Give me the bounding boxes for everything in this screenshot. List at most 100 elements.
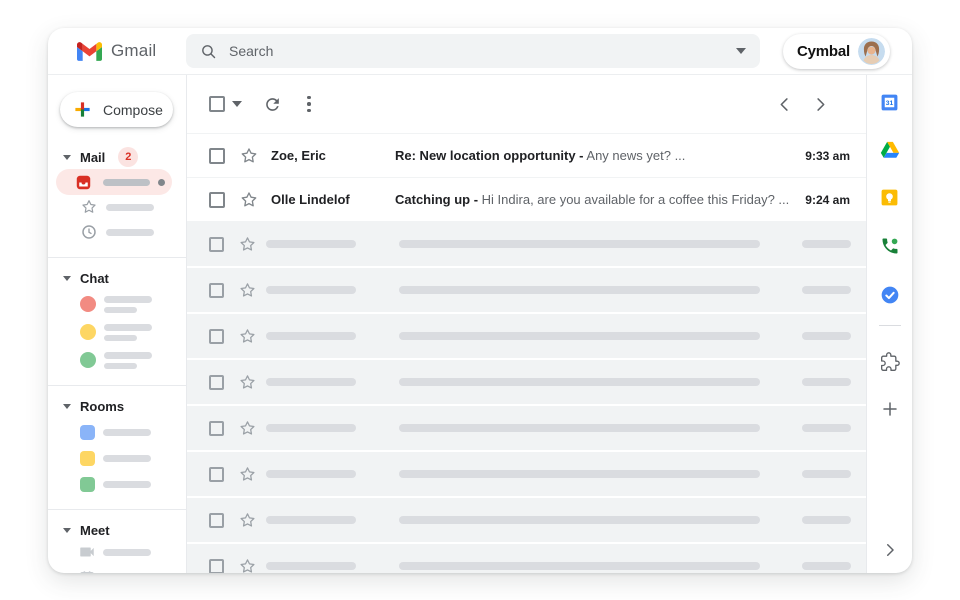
row-checkbox[interactable] xyxy=(209,237,224,252)
select-all-checkbox[interactable] xyxy=(209,96,225,112)
rooms-section-label: Rooms xyxy=(80,399,124,414)
time-placeholder-bar xyxy=(802,516,851,524)
time-placeholder-bar xyxy=(802,424,851,432)
sender-placeholder-bar xyxy=(266,378,356,386)
window-body: Compose Mail 2 xyxy=(48,75,912,573)
chat-conversation-item[interactable] xyxy=(80,292,186,316)
room-avatar xyxy=(80,477,95,492)
subject-placeholder-bar xyxy=(399,562,760,570)
calendar-app-icon[interactable]: 31 xyxy=(880,93,899,112)
email-row-placeholder[interactable] xyxy=(187,544,866,573)
subject-placeholder-bar xyxy=(399,516,760,524)
subject-placeholder-bar xyxy=(399,470,760,478)
star-icon[interactable] xyxy=(239,190,259,210)
search-placeholder: Search xyxy=(229,43,736,59)
gmail-logo[interactable]: Gmail xyxy=(48,41,186,61)
row-checkbox[interactable] xyxy=(209,421,224,436)
sidebar-item-starred[interactable] xyxy=(80,195,186,219)
older-page-button[interactable] xyxy=(811,95,830,114)
row-checkbox[interactable] xyxy=(209,148,225,164)
addons-puzzle-icon[interactable] xyxy=(880,352,900,372)
sidebar-section-meet[interactable]: Meet xyxy=(48,522,186,538)
meet-section-label: Meet xyxy=(80,523,110,538)
row-checkbox[interactable] xyxy=(209,467,224,482)
user-avatar[interactable] xyxy=(858,38,885,65)
chat-list xyxy=(48,292,186,372)
sidebar-section-mail[interactable]: Mail 2 xyxy=(48,149,186,165)
expand-rail-button[interactable] xyxy=(881,541,899,559)
star-icon[interactable] xyxy=(238,281,257,300)
refresh-button[interactable] xyxy=(263,95,282,114)
subject-placeholder-bar xyxy=(399,378,760,386)
newer-page-button[interactable] xyxy=(775,95,794,114)
email-row-placeholder[interactable] xyxy=(187,498,866,542)
row-checkbox[interactable] xyxy=(209,329,224,344)
rooms-list xyxy=(48,420,186,496)
sidebar-section-chat[interactable]: Chat xyxy=(48,270,186,286)
search-bar[interactable]: Search xyxy=(186,34,760,68)
chevron-down-icon[interactable] xyxy=(63,528,71,533)
chat-conversation-item[interactable] xyxy=(80,320,186,344)
add-app-button[interactable] xyxy=(881,400,899,418)
sidebar-item-snoozed[interactable] xyxy=(80,220,186,244)
email-row[interactable]: Zoe, Eric Re: New location opportunity -… xyxy=(187,134,866,178)
row-checkbox[interactable] xyxy=(209,513,224,528)
meet-item-join-meeting[interactable] xyxy=(78,566,186,573)
email-row-placeholder[interactable] xyxy=(187,314,866,358)
row-checkbox[interactable] xyxy=(209,283,224,298)
voice-app-icon[interactable] xyxy=(880,236,900,256)
drive-app-icon[interactable] xyxy=(880,141,900,159)
star-icon[interactable] xyxy=(238,327,257,346)
star-icon[interactable] xyxy=(238,235,257,254)
label-placeholder-bar xyxy=(103,549,151,556)
chevron-down-icon[interactable] xyxy=(63,276,71,281)
room-item[interactable] xyxy=(80,420,186,444)
sender-placeholder-bar xyxy=(266,470,356,478)
chevron-down-icon[interactable] xyxy=(63,404,71,409)
time-placeholder-bar xyxy=(802,470,851,478)
sidebar-divider xyxy=(48,385,186,386)
email-sender: Zoe, Eric xyxy=(271,148,395,163)
app-rail: 31 xyxy=(867,75,912,573)
chat-conversation-item[interactable] xyxy=(80,348,186,372)
sidebar-section-rooms[interactable]: Rooms xyxy=(48,398,186,414)
star-icon[interactable] xyxy=(238,373,257,392)
count-placeholder-dot xyxy=(158,179,165,186)
select-options-caret-icon[interactable] xyxy=(232,101,242,107)
label-placeholder-bar xyxy=(106,229,154,236)
search-options-caret-icon[interactable] xyxy=(736,48,746,54)
star-icon[interactable] xyxy=(238,465,257,484)
compose-button[interactable]: Compose xyxy=(60,92,173,127)
star-icon[interactable] xyxy=(238,557,257,574)
row-checkbox[interactable] xyxy=(209,375,224,390)
keep-app-icon[interactable] xyxy=(880,188,899,207)
time-placeholder-bar xyxy=(802,378,851,386)
search-icon xyxy=(200,43,217,60)
sidebar-item-inbox-selected[interactable] xyxy=(56,169,172,195)
compose-plus-icon xyxy=(73,100,92,119)
row-checkbox[interactable] xyxy=(209,559,224,574)
email-rows: Zoe, Eric Re: New location opportunity -… xyxy=(187,134,866,573)
email-row[interactable]: Olle Lindelof Catching up - Hi Indira, a… xyxy=(187,178,866,222)
account-chip[interactable]: Cymbal xyxy=(783,34,890,69)
email-row-placeholder[interactable] xyxy=(187,360,866,404)
time-placeholder-bar xyxy=(802,240,851,248)
email-time: 9:33 am xyxy=(805,149,850,163)
star-icon[interactable] xyxy=(238,419,257,438)
chevron-down-icon[interactable] xyxy=(63,155,71,160)
email-row-placeholder[interactable] xyxy=(187,406,866,450)
more-options-button[interactable] xyxy=(305,94,313,115)
email-row-placeholder[interactable] xyxy=(187,222,866,266)
email-row-placeholder[interactable] xyxy=(187,452,866,496)
room-item[interactable] xyxy=(80,472,186,496)
row-checkbox[interactable] xyxy=(209,192,225,208)
email-time: 9:24 am xyxy=(805,193,850,207)
room-item[interactable] xyxy=(80,446,186,470)
tasks-app-icon[interactable] xyxy=(880,285,900,305)
email-row-placeholder[interactable] xyxy=(187,268,866,312)
time-placeholder-bar xyxy=(802,286,851,294)
star-icon[interactable] xyxy=(239,146,259,166)
meet-item-new-meeting[interactable] xyxy=(78,540,186,564)
star-icon[interactable] xyxy=(238,511,257,530)
sender-placeholder-bar xyxy=(266,332,356,340)
